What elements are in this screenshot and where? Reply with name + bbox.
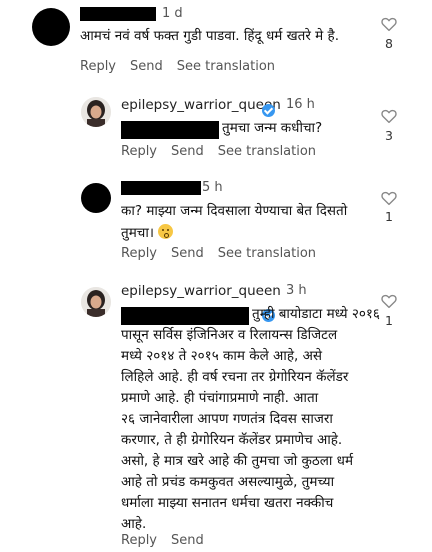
see-translation-button[interactable]: See translation: [218, 144, 316, 159]
comment-line: धर्माला माझ्या सनातन धर्मचा खतरा नक्कीच: [121, 495, 334, 511]
redacted-username: [121, 181, 201, 195]
heart-outline-icon[interactable]: [380, 292, 398, 310]
redacted-username: [80, 7, 156, 21]
reply-button[interactable]: Reply: [121, 246, 157, 261]
comment-actions: Reply Send See translation: [121, 144, 330, 159]
like-count: 3: [385, 128, 393, 143]
see-translation-button[interactable]: See translation: [177, 59, 275, 74]
see-translation-button[interactable]: See translation: [218, 246, 316, 261]
astonished-face-emoji: [158, 224, 174, 239]
like-count: 1: [385, 313, 393, 328]
comment-time: 1 d: [162, 6, 183, 21]
comment-time: 16 h: [286, 97, 315, 112]
reply-button[interactable]: Reply: [80, 59, 116, 74]
reply-button[interactable]: Reply: [121, 533, 157, 548]
username[interactable]: epilepsy_warrior_queen: [121, 283, 281, 299]
comment-line: प्रमाणे आहे. ही पंचांगाप्रमाणे नाही. आता: [121, 390, 319, 406]
verified-badge-icon: [262, 104, 275, 117]
heart-outline-icon[interactable]: [380, 15, 398, 33]
send-button[interactable]: Send: [171, 246, 204, 261]
comment-line: असो, हे मात्र खरे आहे की तुमचा जो कुठला …: [121, 453, 354, 469]
avatar[interactable]: [32, 8, 70, 46]
comment-text: आमचं नवं वर्ष फक्त गुडी पाडवा. हिंदू धर्…: [80, 28, 340, 44]
comment-text-line-2: तुमचा।: [121, 222, 174, 244]
comment-text-line-1: का? माझ्या जन्म दिवसाला येण्याचा बेत दिस…: [121, 203, 348, 219]
comment-text: तुमचा जन्म कधीचा?: [222, 120, 323, 136]
reply-button[interactable]: Reply: [121, 144, 157, 159]
comment-time: 5 h: [202, 180, 223, 195]
avatar[interactable]: [81, 97, 111, 127]
comment-line: २६ जानेवारीला आपण गणतंत्र दिवस साजरा: [121, 411, 333, 427]
comment-line: आहे तो प्रचंड कमकुवत असल्यामुळे, तुमच्या: [121, 474, 335, 490]
comment-actions: Reply Send: [121, 533, 218, 548]
comment-line: आहे.: [121, 516, 147, 532]
avatar[interactable]: [81, 287, 111, 317]
comment-line: करणार, ते ही ग्रेगोरियन कॅलेंडर प्रमाणेच…: [121, 432, 343, 448]
heart-outline-icon[interactable]: [380, 107, 398, 125]
like-count: 1: [385, 209, 393, 224]
comment-line: लिहिले आहे. ही वर्ष रचना तर ग्रेगोरियन क…: [121, 369, 349, 385]
comment-time: 3 h: [286, 283, 307, 298]
comment-actions: Reply Send See translation: [121, 246, 330, 261]
redacted-mention: [121, 307, 249, 325]
comment-line: पासून सर्विस इंजिनिअर व रिलायन्स डिजिटल: [121, 327, 338, 343]
comment-line: मध्ये २०१४ ते २०१५ काम केले आहे, असे: [121, 348, 323, 364]
heart-outline-icon[interactable]: [380, 189, 398, 207]
like-count: 8: [385, 36, 393, 51]
send-button[interactable]: Send: [171, 533, 204, 548]
comment-actions: Reply Send See translation: [80, 59, 289, 74]
avatar[interactable]: [81, 183, 111, 213]
send-button[interactable]: Send: [171, 144, 204, 159]
redacted-mention: [121, 121, 219, 139]
send-button[interactable]: Send: [130, 59, 163, 74]
comment-text-line-2-text: तुमचा।: [121, 225, 159, 241]
comment-line: तुम्ही बायोडाटा मध्ये २०१६: [252, 306, 380, 322]
username[interactable]: epilepsy_warrior_queen: [121, 97, 281, 113]
